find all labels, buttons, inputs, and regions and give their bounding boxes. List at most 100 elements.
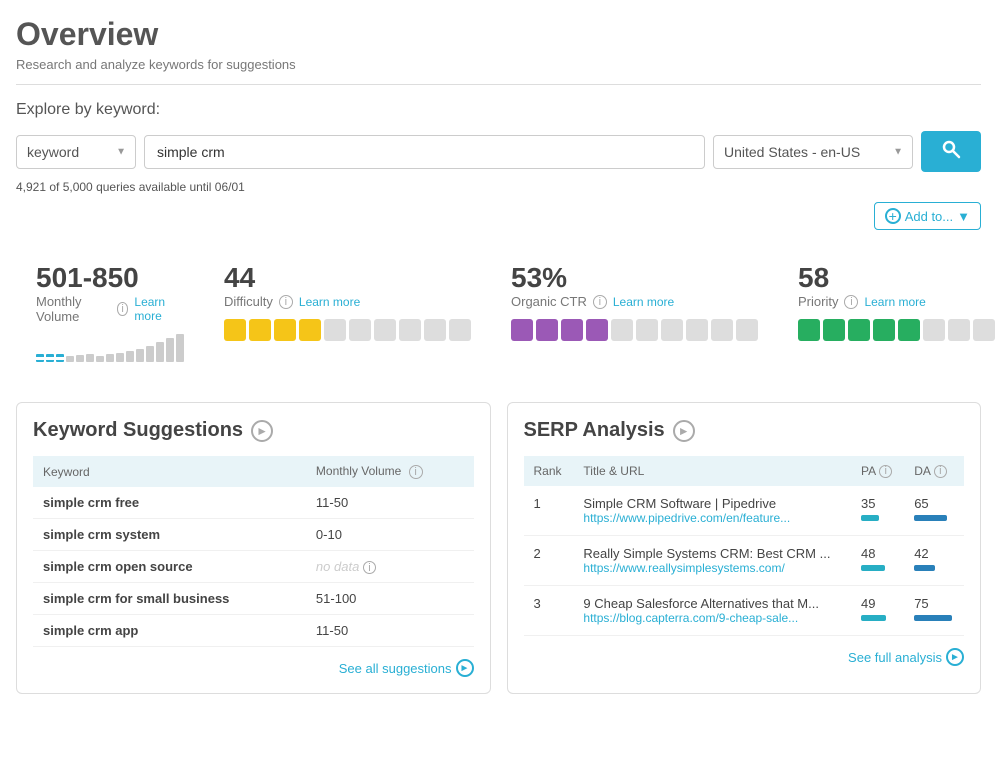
search-button[interactable]: [921, 131, 981, 172]
serp-pa-bar: [861, 515, 894, 521]
kw-table-row: simple crm free11-50: [33, 487, 474, 519]
ctr-bar-9: [711, 319, 733, 341]
serp-cell-title: 9 Cheap Salesforce Alternatives that M..…: [573, 586, 851, 636]
search-input[interactable]: [144, 135, 705, 169]
metric-value-organic-ctr: 53%: [511, 262, 758, 294]
kw-cell-volume: 11-50: [306, 487, 474, 519]
pri-bar-8: [973, 319, 995, 341]
vol-bar-6: [86, 354, 94, 362]
ctr-bar-8: [686, 319, 708, 341]
see-all-suggestions-link[interactable]: See all suggestions ►: [339, 659, 474, 677]
ctr-bar-5: [611, 319, 633, 341]
page-title: Overview: [16, 16, 981, 53]
metric-info-monthly-volume[interactable]: i: [117, 302, 129, 316]
serp-url[interactable]: https://blog.capterra.com/9-cheap-sale..…: [583, 611, 841, 625]
page-subtitle: Research and analyze keywords for sugges…: [16, 57, 981, 72]
country-select[interactable]: United States - en-US United Kingdom - e…: [713, 135, 913, 169]
diff-bar-2: [249, 319, 271, 341]
kw-table-body: simple crm free11-50simple crm system0-1…: [33, 487, 474, 647]
vol-bar-9: [116, 353, 124, 362]
serp-table-header: Rank Title & URL PA i DA i: [524, 456, 965, 486]
pri-bar-1: [798, 319, 820, 341]
serp-analysis-arrow-icon[interactable]: ►: [673, 420, 695, 442]
serp-da-info[interactable]: i: [934, 465, 947, 478]
serp-cell-title: Really Simple Systems CRM: Best CRM ...h…: [573, 536, 851, 586]
panels-row: Keyword Suggestions ► Keyword Monthly Vo…: [16, 402, 981, 694]
metric-learn-organic-ctr[interactable]: Learn more: [613, 295, 674, 309]
serp-pa-value: 49: [861, 596, 894, 611]
metric-difficulty: 44 Difficulty i Learn more: [204, 246, 491, 378]
serp-cell-title: Simple CRM Software | Pipedrivehttps://w…: [573, 486, 851, 536]
serp-url[interactable]: https://www.reallysimplesystems.com/: [583, 561, 841, 575]
no-data-label: no data: [316, 559, 359, 574]
serp-analysis-panel: SERP Analysis ► Rank Title & URL PA i: [507, 402, 982, 694]
serp-cell-da: 42: [904, 536, 964, 586]
see-full-analysis-link[interactable]: See full analysis ►: [848, 648, 964, 666]
metric-label-priority: Priority: [798, 294, 838, 309]
keyword-suggestions-arrow-icon[interactable]: ►: [251, 420, 273, 442]
vol-bar-7: [96, 356, 104, 362]
see-full-analysis-label: See full analysis: [848, 650, 942, 665]
pri-bar-6: [923, 319, 945, 341]
serp-pa-bar: [861, 565, 894, 571]
metric-learn-priority[interactable]: Learn more: [864, 295, 925, 309]
vol-bar-10: [126, 351, 134, 362]
plus-circle-icon: +: [885, 208, 901, 224]
keyword-suggestions-panel: Keyword Suggestions ► Keyword Monthly Vo…: [16, 402, 491, 694]
kw-col-keyword: Keyword: [33, 456, 306, 487]
kw-cell-volume: 11-50: [306, 615, 474, 647]
serp-da-bar: [914, 515, 954, 521]
serp-cell-pa: 48: [851, 536, 904, 586]
kw-cell-keyword: simple crm for small business: [33, 583, 306, 615]
serp-analysis-title: SERP Analysis ►: [524, 419, 965, 442]
kw-cell-keyword: simple crm open source: [33, 551, 306, 583]
see-all-row: See all suggestions ►: [33, 659, 474, 677]
serp-url[interactable]: https://www.pipedrive.com/en/feature...: [583, 511, 841, 525]
diff-bar-3: [274, 319, 296, 341]
metric-label-row-priority: Priority i Learn more: [798, 294, 997, 309]
metric-info-priority[interactable]: i: [844, 295, 858, 309]
no-data-info-icon[interactable]: i: [363, 561, 376, 574]
diff-bar-8: [399, 319, 421, 341]
kw-cell-volume: no data i: [306, 551, 474, 583]
add-to-label: Add to...: [905, 209, 953, 224]
kw-cell-keyword: simple crm app: [33, 615, 306, 647]
metric-info-organic-ctr[interactable]: i: [593, 295, 607, 309]
see-full-row: See full analysis ►: [524, 648, 965, 666]
kw-table-row: simple crm for small business51-100: [33, 583, 474, 615]
keyword-suggestions-title: Keyword Suggestions ►: [33, 419, 474, 442]
ctr-bar-10: [736, 319, 758, 341]
diff-bar-7: [374, 319, 396, 341]
metric-learn-difficulty[interactable]: Learn more: [299, 295, 360, 309]
pri-bar-3: [848, 319, 870, 341]
metric-label-difficulty: Difficulty: [224, 294, 273, 309]
kw-col-volume-info[interactable]: i: [409, 465, 423, 479]
vol-bar-15: [176, 334, 184, 362]
vol-bar-5: [76, 355, 84, 362]
ctr-bar-6: [636, 319, 658, 341]
serp-pa-info[interactable]: i: [879, 465, 892, 478]
volume-bars: [36, 334, 184, 362]
metric-learn-monthly-volume[interactable]: Learn more: [134, 295, 184, 323]
search-row: keyword domain url United States - en-US…: [16, 131, 981, 172]
keyword-type-wrapper: keyword domain url: [16, 135, 136, 169]
add-to-button[interactable]: + Add to... ▼: [874, 202, 981, 230]
vol-bar-2: [46, 354, 54, 362]
ctr-bar-1: [511, 319, 533, 341]
keyword-type-select[interactable]: keyword domain url: [16, 135, 136, 169]
vol-bar-13: [156, 342, 164, 362]
difficulty-bars: [224, 319, 471, 341]
see-full-arrow-icon: ►: [946, 648, 964, 666]
vol-bar-3: [56, 354, 64, 362]
divider: [16, 84, 981, 85]
serp-table-body: 1Simple CRM Software | Pipedrivehttps://…: [524, 486, 965, 636]
vol-bar-14: [166, 338, 174, 362]
metric-label-organic-ctr: Organic CTR: [511, 294, 587, 309]
pri-bar-2: [823, 319, 845, 341]
metric-info-difficulty[interactable]: i: [279, 295, 293, 309]
kw-table-header-row: Keyword Monthly Volume i: [33, 456, 474, 487]
ctr-bar-7: [661, 319, 683, 341]
pri-bar-4: [873, 319, 895, 341]
metric-label-row-difficulty: Difficulty i Learn more: [224, 294, 471, 309]
serp-col-da: DA i: [904, 456, 964, 486]
